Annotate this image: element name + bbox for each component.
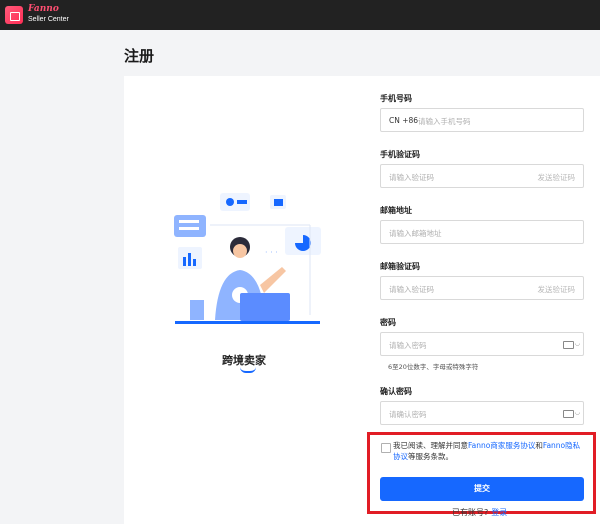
- email-code-label: 邮箱验证码: [380, 262, 420, 271]
- agreement-text: 我已阅读、理解并同意Fanno商家服务协议和Fanno隐私协议等服务条款。: [393, 440, 583, 462]
- page-title: 注册: [124, 47, 155, 65]
- email-code-input[interactable]: 请输入验证码 发送验证码: [380, 276, 584, 300]
- agreement-checkbox[interactable]: [381, 443, 391, 453]
- phone-code-input[interactable]: 请输入验证码 发送验证码: [380, 164, 584, 188]
- illustration-caption: 跨境卖家: [222, 354, 266, 367]
- email-code-placeholder: 请输入验证码: [389, 285, 434, 294]
- keyboard-icon[interactable]: [563, 410, 574, 418]
- confirm-password-placeholder: 请确认密码: [389, 410, 427, 419]
- email-placeholder: 请输入邮箱地址: [389, 229, 442, 238]
- top-bar: Fanno Seller Center: [0, 0, 600, 30]
- country-code-select[interactable]: CN +86: [389, 116, 418, 125]
- eye-off-icon[interactable]: ◡: [575, 410, 580, 416]
- keyboard-icon[interactable]: [563, 341, 574, 349]
- password-label: 密码: [380, 318, 396, 327]
- brand-subtitle: Seller Center: [28, 16, 69, 23]
- email-label: 邮箱地址: [380, 206, 412, 215]
- eye-off-icon[interactable]: ◡: [575, 341, 580, 347]
- merchant-agreement-link[interactable]: Fanno商家服务协议: [468, 441, 535, 450]
- phone-code-label: 手机验证码: [380, 150, 420, 159]
- password-placeholder: 请输入密码: [389, 341, 427, 350]
- confirm-password-input[interactable]: 请确认密码 ◡: [380, 401, 584, 425]
- phone-label: 手机号码: [380, 94, 412, 103]
- brand-name: Fanno: [28, 4, 59, 14]
- svg-text:· · ·: · · ·: [265, 248, 278, 257]
- email-input[interactable]: 请输入邮箱地址: [380, 220, 584, 244]
- agreement-suffix: 等服务条款。: [408, 452, 453, 461]
- seller-illustration: · · ·: [174, 193, 321, 324]
- password-hint: 6至20位数字、字母或特殊字符: [388, 363, 479, 371]
- phone-placeholder: 请输入手机号码: [418, 117, 471, 126]
- agreement-prefix: 我已阅读、理解并同意: [393, 441, 468, 450]
- phone-code-placeholder: 请输入验证码: [389, 173, 434, 182]
- login-prompt: 已有账号?: [452, 508, 489, 517]
- agreement-and: 和: [535, 441, 543, 450]
- submit-button[interactable]: 提交: [380, 477, 584, 501]
- send-email-code-button[interactable]: 发送验证码: [538, 284, 576, 295]
- login-row: 已有账号? 登录: [452, 507, 507, 518]
- send-phone-code-button[interactable]: 发送验证码: [538, 172, 576, 183]
- phone-input[interactable]: CN +86 请输入手机号码: [380, 108, 584, 132]
- password-input[interactable]: 请输入密码 ◡: [380, 332, 584, 356]
- store-logo-icon[interactable]: [5, 6, 23, 24]
- login-link[interactable]: 登录: [491, 508, 507, 517]
- confirm-password-label: 确认密码: [380, 387, 412, 396]
